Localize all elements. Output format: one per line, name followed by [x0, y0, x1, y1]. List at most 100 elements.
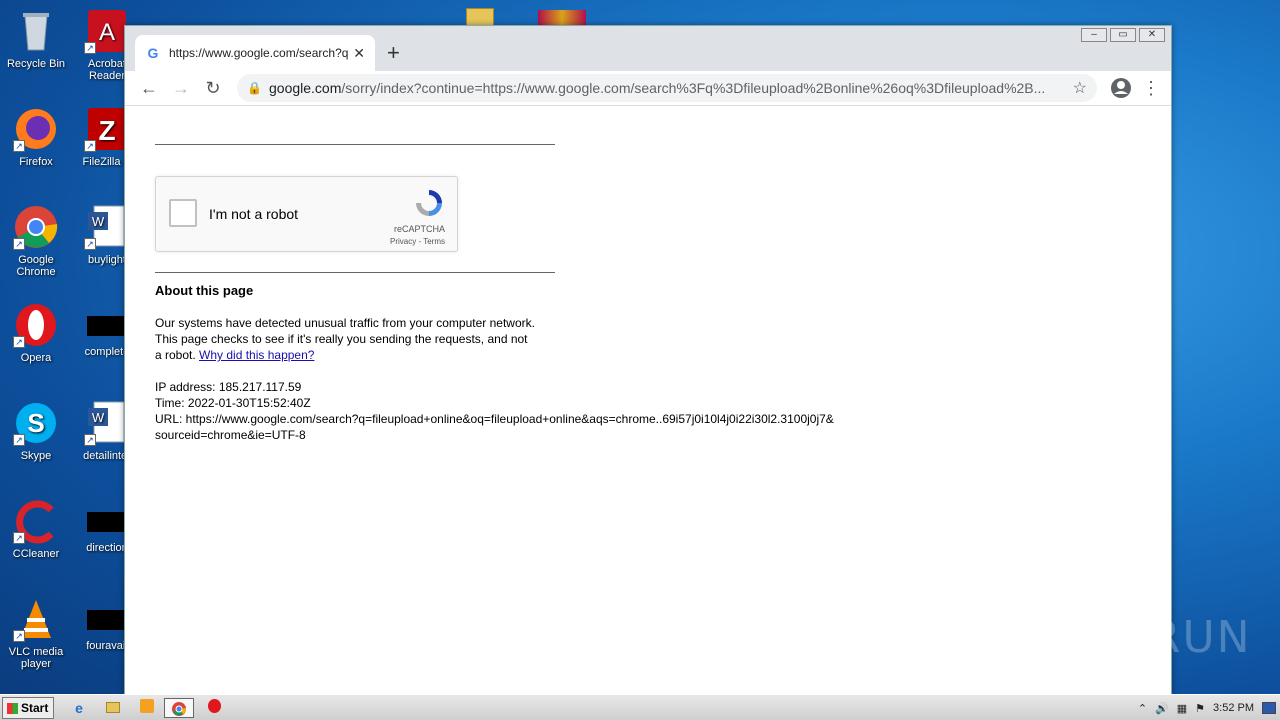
anyrun-watermark: ANY RUN: [1038, 612, 1252, 663]
opera-taskbar-icon[interactable]: [203, 698, 225, 718]
media-player-icon[interactable]: [136, 698, 158, 718]
desktop-icon-recycle-bin[interactable]: Recycle Bin: [1, 8, 71, 70]
firefox-icon: ↗: [13, 106, 59, 152]
taskbar: Start e ⌃ 🔊 ▦ ⚑ 3:52 PM: [0, 694, 1280, 720]
explanation-text: Our systems have detected unusual traffi…: [155, 315, 535, 363]
why-link[interactable]: Why did this happen?: [199, 348, 314, 362]
shortcut-arrow-icon: ↗: [84, 42, 96, 54]
show-desktop-icon[interactable]: [1262, 702, 1276, 714]
desktop-icon-label: buylight: [88, 254, 126, 266]
close-window-button[interactable]: ✕: [1139, 28, 1165, 42]
desktop-icon-label: fouravail: [86, 640, 128, 652]
lock-icon[interactable]: 🔒: [247, 81, 262, 95]
recaptcha-brand: reCAPTCHA: [393, 224, 445, 234]
forward-arrow-icon: →: [172, 78, 190, 98]
desktop-icon-label: Opera: [20, 352, 52, 364]
recaptcha-terms-link[interactable]: Privacy - Terms: [390, 237, 445, 246]
volume-icon[interactable]: 🔊: [1155, 702, 1169, 715]
opera-icon: ↗: [13, 302, 59, 348]
shortcut-arrow-icon: ↗: [84, 140, 96, 152]
start-button[interactable]: Start: [2, 697, 54, 719]
desktop-icon-chrome[interactable]: ↗ Google Chrome: [1, 204, 71, 278]
clock[interactable]: 3:52 PM: [1213, 702, 1254, 714]
browser-window: G https://www.google.com/search?q= ✕ + ‒…: [124, 25, 1172, 695]
system-tray: ⌃ 🔊 ▦ ⚑ 3:52 PM: [1134, 695, 1280, 720]
google-favicon-icon: G: [147, 45, 159, 61]
divider: [155, 272, 555, 273]
network-icon[interactable]: ▦: [1177, 702, 1187, 715]
desktop-icon-label: Skype: [20, 450, 52, 462]
ip-address: IP address: 185.217.117.59: [155, 380, 302, 394]
timestamp: Time: 2022-01-30T15:52:40Z: [155, 396, 311, 410]
tab-google-search[interactable]: G https://www.google.com/search?q= ✕: [135, 35, 375, 71]
shortcut-arrow-icon: ↗: [13, 630, 25, 642]
desktop-icon-label: Firefox: [19, 156, 53, 168]
browser-toolbar: ← → ↻ 🔒 google.com /sorry/index?continue…: [125, 71, 1171, 106]
start-label: Start: [21, 701, 49, 715]
desktop-icon-firefox[interactable]: ↗ Firefox: [1, 106, 71, 168]
desktop-icon-opera[interactable]: ↗ Opera: [1, 302, 71, 364]
shortcut-arrow-icon: ↗: [84, 238, 96, 250]
shortcut-arrow-icon: ↗: [13, 336, 25, 348]
back-button[interactable]: ←: [135, 74, 163, 102]
tab-strip: G https://www.google.com/search?q= ✕ + ‒…: [125, 26, 1171, 71]
address-host: google.com: [269, 80, 342, 96]
about-title: About this page: [155, 283, 254, 298]
ie-icon[interactable]: e: [68, 698, 90, 718]
recaptcha-label: I'm not a robot: [209, 206, 299, 222]
vlc-icon: ↗: [13, 596, 59, 642]
desktop-icon-skype[interactable]: S ↗ Skype: [1, 400, 71, 462]
desktop-icon-label: direction: [86, 542, 128, 554]
folder-icon[interactable]: [466, 8, 494, 26]
page-content: I'm not a robot reCAPTCHA Privacy - Term…: [155, 107, 1171, 694]
desktop-icon-vlc[interactable]: ↗ VLC media player: [1, 596, 71, 670]
divider: [155, 144, 555, 145]
window-controls: ‒ ▭ ✕: [1078, 28, 1165, 42]
desktop-icon-label: Recycle Bin: [6, 58, 66, 70]
minimize-button[interactable]: ‒: [1081, 28, 1107, 42]
svg-text:A: A: [99, 19, 115, 46]
windows-flag-icon: [7, 703, 18, 714]
maximize-button[interactable]: ▭: [1110, 28, 1136, 42]
black-file-icon: [87, 316, 127, 336]
shortcut-arrow-icon: ↗: [13, 532, 25, 544]
desktop-icon-label: VLC media player: [8, 646, 64, 670]
explorer-folder-icon[interactable]: [102, 698, 124, 718]
back-arrow-icon: ←: [140, 78, 158, 98]
svg-text:W: W: [92, 410, 105, 425]
tray-expand-icon[interactable]: ⌃: [1138, 702, 1147, 715]
reload-icon: ↻: [205, 78, 221, 98]
black-file-icon: [87, 512, 127, 532]
shortcut-arrow-icon: ↗: [13, 434, 25, 446]
svg-text:W: W: [92, 214, 105, 229]
chrome-taskbar-icon[interactable]: [164, 698, 194, 718]
svg-text:Z: Z: [98, 115, 115, 146]
account-icon[interactable]: [1107, 74, 1135, 102]
ccleaner-icon: ↗: [13, 498, 59, 544]
desktop-icon-label: Google Chrome: [16, 254, 56, 278]
address-bar[interactable]: 🔒 google.com /sorry/index?continue=https…: [237, 74, 1097, 102]
kebab-menu-icon[interactable]: ⋮: [1141, 78, 1161, 99]
recaptcha-checkbox[interactable]: [169, 199, 197, 227]
tab-close-icon[interactable]: ✕: [353, 45, 365, 62]
request-info: IP address: 185.217.117.59 Time: 2022-01…: [155, 379, 835, 443]
reload-button[interactable]: ↻: [199, 74, 227, 102]
request-url: URL: https://www.google.com/search?q=fil…: [155, 412, 834, 442]
new-tab-button[interactable]: +: [387, 40, 400, 66]
desktop-icon-ccleaner[interactable]: ↗ CCleaner: [1, 498, 71, 560]
shortcut-arrow-icon: ↗: [13, 238, 25, 250]
recycle-bin-icon: [13, 8, 59, 54]
svg-text:S: S: [27, 408, 44, 438]
black-file-icon: [87, 610, 127, 630]
tab-title: https://www.google.com/search?q=: [169, 46, 349, 60]
shortcut-arrow-icon: ↗: [13, 140, 25, 152]
address-path: /sorry/index?continue=https://www.google…: [341, 80, 1046, 96]
bookmark-star-icon[interactable]: ☆: [1073, 78, 1087, 98]
action-center-flag-icon[interactable]: ⚑: [1195, 702, 1205, 715]
desktop-icon-label: complete: [84, 346, 130, 358]
forward-button[interactable]: →: [167, 74, 195, 102]
winrar-icon[interactable]: [538, 10, 586, 26]
desktop-icon-label: CCleaner: [12, 548, 60, 560]
shortcut-arrow-icon: ↗: [84, 434, 96, 446]
skype-icon: S ↗: [13, 400, 59, 446]
